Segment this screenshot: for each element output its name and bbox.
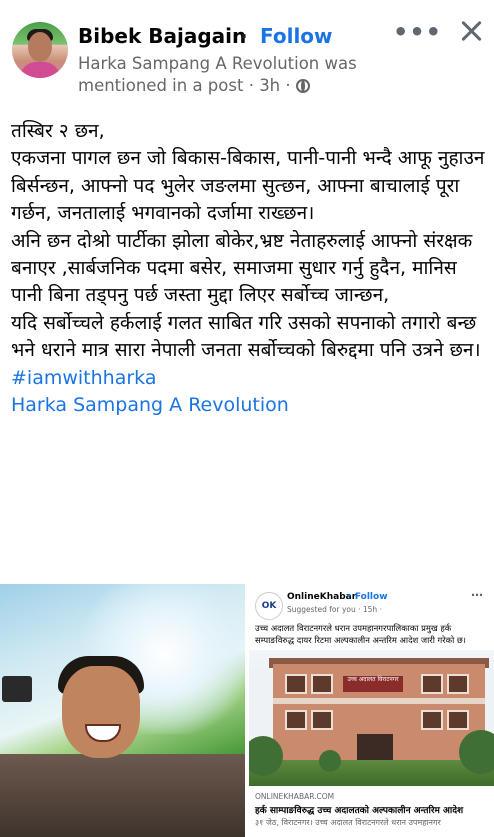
separator-dot: · bbox=[240, 24, 248, 48]
post-header: Bibek Bajagain · Follow ••• Harka Sampan… bbox=[0, 0, 494, 100]
post-line-1: तस्बिर २ छन, bbox=[11, 120, 105, 142]
close-icon[interactable] bbox=[456, 16, 486, 46]
court-building-image: उच्च अदालत विराटनगर bbox=[249, 650, 494, 786]
author-name[interactable]: Bibek Bajagain bbox=[78, 24, 246, 48]
post-body: तस्बिर २ छन, एकजना पागल छन जो बिकास-बिका… bbox=[11, 118, 489, 419]
post-time[interactable]: 3h bbox=[259, 76, 280, 95]
embedded-suggested: Suggested for you · 15h · bbox=[287, 605, 382, 614]
embedded-desc: ३१ जेठ, विराटनगर। उच्च अदालत विराटनगरले … bbox=[255, 818, 441, 827]
embedded-follow-label: • Follow bbox=[346, 592, 388, 602]
author-avatar[interactable] bbox=[12, 22, 68, 78]
globe-icon bbox=[295, 79, 310, 93]
embedded-text: उच्च अदालत विराटनगरले धरान उपमहानगरपालिक… bbox=[255, 623, 466, 645]
post-line-3: अनि छन दोश्रो पार्टीका झोला बोकेर,भ्रष्ट… bbox=[11, 229, 473, 307]
page-mention-link[interactable]: Harka Sampang A Revolution bbox=[11, 392, 489, 419]
post-images: OK OnlineKhabar • Follow Suggested for y… bbox=[0, 584, 494, 837]
photo-harka[interactable] bbox=[0, 584, 245, 837]
mention-text: Harka Sampang A Revolution was mentioned… bbox=[78, 54, 357, 95]
post-line-4: यदि सर्बोच्चले हर्कलाई गलत साबित गरि उसक… bbox=[11, 311, 481, 362]
time-separator-2: · bbox=[285, 76, 291, 95]
embedded-source: ONLINEKHABAR.COM bbox=[255, 792, 335, 801]
court-sign: उच्च अदालत विराटनगर bbox=[343, 676, 403, 692]
post-subtitle: Harka Sampang A Revolution was mentioned… bbox=[78, 53, 438, 97]
embedded-title: हर्क साम्पाङविरुद्ध उच्च अदालतको अल्पकाल… bbox=[255, 806, 464, 816]
follow-button[interactable]: Follow bbox=[260, 24, 333, 48]
embedded-more-icon: ⋯ bbox=[471, 588, 483, 602]
shared-post-screenshot[interactable]: OK OnlineKhabar • Follow Suggested for y… bbox=[249, 584, 494, 837]
onlinekhabar-logo: OK bbox=[255, 592, 283, 620]
time-separator: · bbox=[248, 76, 254, 95]
post-line-2: एकजना पागल छन जो बिकास-बिकास, पानी-पानी … bbox=[11, 147, 485, 225]
more-options-icon[interactable]: ••• bbox=[393, 18, 442, 46]
hashtag-link[interactable]: #iamwithharka bbox=[11, 365, 489, 392]
